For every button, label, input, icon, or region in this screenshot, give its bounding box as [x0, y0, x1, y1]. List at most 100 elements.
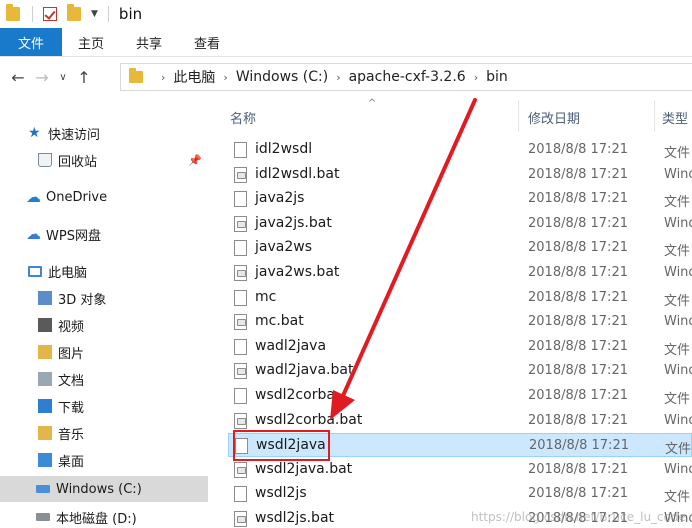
table-row[interactable]: java2js 2018/8/8 17:21 文件 [228, 187, 692, 211]
batch-file-icon [234, 314, 247, 331]
file-type: 文件 [665, 442, 692, 458]
file-name: wsdl2corba.bat [255, 411, 363, 428]
file-modified-date: 2018/8/8 17:21 [528, 265, 628, 280]
breadcrumb-chevron-icon[interactable]: › [161, 71, 165, 84]
breadcrumb-chevron-icon[interactable]: › [474, 71, 478, 84]
sidebar-item-documents[interactable]: 文档 [0, 366, 208, 392]
table-row[interactable]: idl2wsdl 2018/8/8 17:21 文件 [228, 138, 692, 162]
sidebar-item-wps[interactable]: ☁ WPS网盘 [0, 221, 208, 247]
breadcrumb-bin[interactable]: bin [486, 69, 508, 85]
tab-share[interactable]: 共享 [120, 28, 178, 56]
file-icon [234, 388, 247, 404]
navigation-bar: ← → ∨ ↑ › 此电脑 › Windows (C:) › apache-cx… [0, 57, 692, 97]
table-row[interactable]: wsdl2js 2018/8/8 17:21 文件 [228, 482, 692, 506]
file-icon [234, 142, 247, 158]
sidebar-item-recycle-bin[interactable]: 回收站 📌 [0, 147, 208, 173]
column-name-header[interactable]: 名称 [230, 108, 256, 127]
file-modified-date: 2018/8/8 17:21 [528, 215, 628, 231]
file-modified-date: 2018/8/8 17:21 [528, 412, 628, 428]
highlight-box [233, 430, 330, 461]
sidebar-item-this-pc[interactable]: 此电脑 [0, 258, 208, 284]
sidebar-item-music[interactable]: 音乐 [0, 420, 208, 446]
file-modified-date: 2018/8/8 17:21 [528, 363, 628, 379]
file-modified-date: 2018/8/8 17:21 [529, 438, 629, 454]
forward-arrow-icon[interactable]: → [30, 68, 54, 87]
table-row[interactable]: java2ws 2018/8/8 17:21 文件 [228, 236, 692, 260]
table-row[interactable]: mc.bat 2018/8/8 17:21 Wind [228, 310, 692, 334]
table-row[interactable]: mc 2018/8/8 17:21 文件 [228, 286, 692, 310]
column-type-header[interactable]: 类型 [662, 108, 688, 127]
file-modified-date: 2018/8/8 17:21 [528, 388, 628, 403]
breadcrumb-apache-cxf[interactable]: apache-cxf-3.2.6 [349, 69, 466, 85]
sidebar-item-label: 图片 [58, 346, 85, 362]
file-modified-date: 2018/8/8 17:21 [528, 142, 628, 157]
table-row[interactable]: wsdl2corba 2018/8/8 17:21 文件 [228, 384, 692, 408]
up-arrow-icon[interactable]: ↑ [72, 68, 96, 87]
column-divider[interactable] [518, 100, 519, 132]
file-name: wsdl2js.bat [255, 510, 335, 526]
breadcrumb-c-drive[interactable]: Windows (C:) [236, 69, 328, 85]
sidebar-item-label: 桌面 [58, 454, 85, 470]
sidebar-item-label: Windows (C:) [56, 481, 142, 497]
sidebar-item-label: WPS网盘 [46, 228, 101, 244]
file-type: 文件 [664, 293, 691, 309]
tab-view[interactable]: 查看 [178, 28, 236, 56]
file-modified-date: 2018/8/8 17:21 [528, 240, 628, 256]
sidebar-item-3d-objects[interactable]: 3D 对象 [0, 285, 208, 311]
back-arrow-icon[interactable]: ← [6, 68, 30, 87]
sidebar-item-c-drive[interactable]: Windows (C:) [0, 476, 208, 502]
batch-file-icon [234, 412, 247, 429]
file-name: wsdl2corba [255, 387, 335, 403]
sidebar-item-downloads[interactable]: 下载 [0, 393, 208, 419]
sidebar-item-label: 本地磁盘 (D:) [56, 511, 137, 527]
new-folder-icon[interactable] [67, 4, 81, 21]
recent-locations-chevron-icon[interactable]: ∨ [54, 72, 72, 83]
file-list: ^ 名称 修改日期 类型 idl2wsdl 2018/8/8 17:21 文件 idl… [210, 98, 692, 528]
sidebar-item-onedrive[interactable]: ☁ OneDrive [0, 184, 208, 210]
file-name: idl2wsdl [255, 141, 313, 157]
file-type: Wind [664, 363, 692, 379]
documents-icon [38, 372, 52, 386]
table-row[interactable]: wsdl2java.bat 2018/8/8 17:21 Wind [228, 458, 692, 482]
file-modified-date: 2018/8/8 17:21 [528, 314, 628, 330]
table-row[interactable]: wadl2java.bat 2018/8/8 17:21 Wind [228, 359, 692, 383]
breadcrumb-this-pc[interactable]: 此电脑 [173, 67, 215, 87]
sidebar-item-quick-access[interactable]: ★ 快速访问 [0, 120, 208, 146]
file-modified-date: 2018/8/8 17:21 [528, 461, 628, 477]
table-row[interactable]: wsdl2corba.bat 2018/8/8 17:21 Wind [228, 409, 692, 433]
watermark: https://blog.csdn.net/Bruce_lu_code [471, 510, 686, 524]
column-header: ^ 名称 修改日期 类型 [210, 98, 692, 134]
sidebar-item-videos[interactable]: 视频 [0, 312, 208, 338]
star-icon: ★ [28, 125, 41, 141]
file-name: java2ws.bat [255, 264, 340, 280]
file-name: wsdl2js [255, 485, 307, 502]
quick-access-dropdown-icon[interactable]: ▼ [91, 9, 98, 19]
drive-icon [36, 513, 50, 521]
navigation-pane: ★ 快速访问 回收站 📌 ☁ OneDrive ☁ WPS网盘 此电脑 3D 对… [0, 104, 208, 528]
computer-icon [28, 265, 42, 277]
address-bar[interactable]: › 此电脑 › Windows (C:) › apache-cxf-3.2.6 … [120, 63, 692, 91]
file-type: 文件 [664, 490, 691, 506]
breadcrumb-chevron-icon[interactable]: › [336, 71, 340, 84]
file-icon [234, 191, 247, 208]
sidebar-item-d-drive[interactable]: 本地磁盘 (D:) [0, 504, 208, 528]
file-icon [234, 486, 247, 503]
table-row[interactable]: java2js.bat 2018/8/8 17:21 Wind [228, 212, 692, 236]
batch-file-icon [234, 511, 247, 527]
ribbon-tabs: 文件 主页 共享 查看 [0, 28, 692, 57]
column-divider[interactable] [654, 100, 655, 132]
table-row[interactable]: java2ws.bat 2018/8/8 17:21 Wind [228, 261, 692, 285]
desktop-icon [38, 453, 52, 467]
pin-icon[interactable]: 📌 [188, 154, 202, 167]
folder-icon [6, 4, 20, 21]
sidebar-item-desktop[interactable]: 桌面 [0, 447, 208, 473]
table-row[interactable]: idl2wsdl.bat 2018/8/8 17:21 Wind [228, 163, 692, 187]
sidebar-item-pictures[interactable]: 图片 [0, 339, 208, 365]
properties-check-icon[interactable] [43, 7, 57, 21]
table-row[interactable]: wadl2java 2018/8/8 17:21 文件 [228, 335, 692, 359]
tab-file[interactable]: 文件 [0, 28, 62, 56]
tab-home[interactable]: 主页 [62, 28, 120, 56]
breadcrumb-chevron-icon[interactable]: › [223, 71, 227, 84]
column-date-header[interactable]: 修改日期 [528, 108, 580, 127]
file-name: mc [255, 288, 277, 305]
